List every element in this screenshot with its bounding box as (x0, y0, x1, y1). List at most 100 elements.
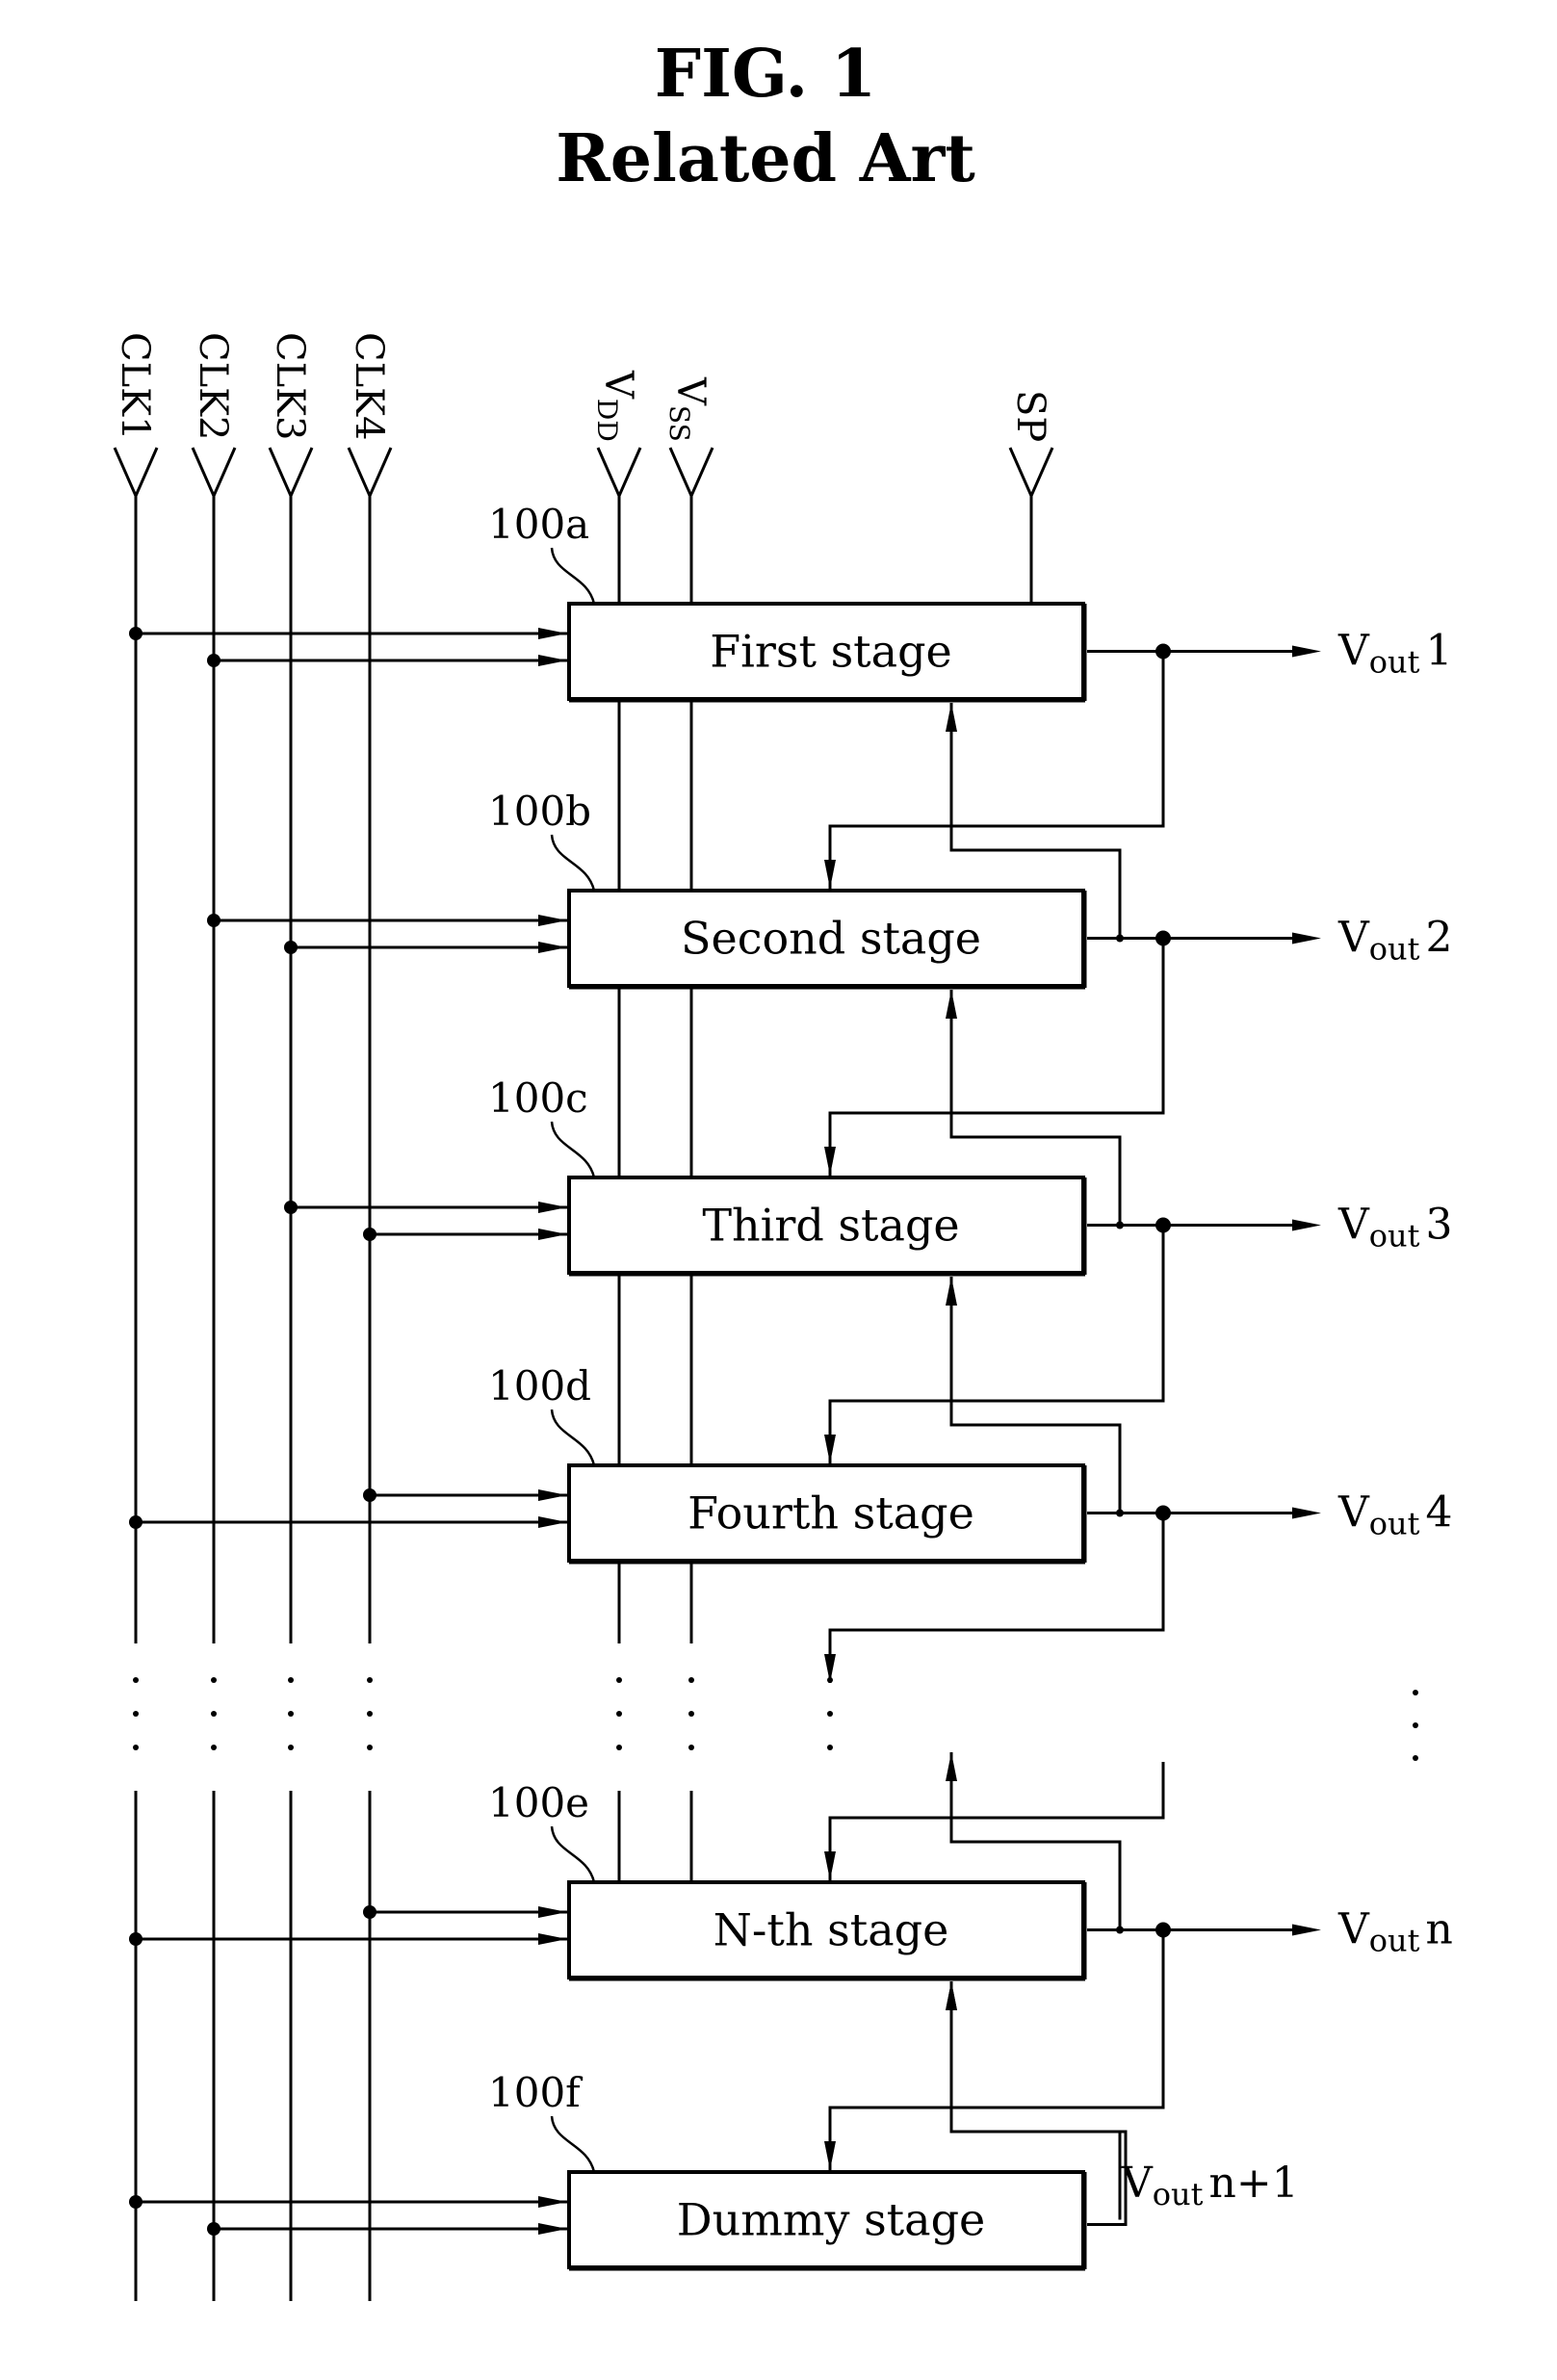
feedback-arrow-icon (946, 1752, 957, 1781)
reference-leader-line (550, 1121, 596, 1178)
feedback-arrow-icon (824, 2141, 836, 2170)
continuation-dot (288, 1711, 294, 1717)
input-arrow-icon (538, 1906, 567, 1918)
output-label-index: 3 (1426, 1201, 1453, 1250)
vss-label: VSS (663, 376, 713, 442)
output-label: Vout 1 (1337, 627, 1453, 681)
junction-dot (129, 1515, 143, 1529)
output-label-main: V (1121, 2159, 1154, 2208)
continuation-dot (211, 1711, 217, 1717)
reference-label: 100a (488, 501, 589, 548)
output-arrow-icon (1292, 1507, 1321, 1519)
reference-label: 100f (488, 2069, 584, 2116)
continuation-dot (1413, 1722, 1418, 1728)
wiring-layer (113, 447, 1418, 2301)
feedback-arrow-icon (946, 703, 957, 732)
output-label-sub: out (1369, 931, 1420, 968)
output-label-sub: out (1369, 1923, 1420, 1959)
junction-dot (129, 1932, 143, 1946)
vdd-label: VDD (591, 370, 640, 442)
junction-dot (284, 1201, 298, 1214)
continuation-dot (133, 1745, 139, 1750)
continuation-dot (688, 1677, 694, 1683)
output-label: Vout 2 (1337, 914, 1453, 968)
output-arrow-icon (1292, 645, 1321, 658)
output-label-main: V (1337, 1488, 1370, 1538)
sp-label: SP (1008, 390, 1052, 442)
feedback-arrow-icon (824, 1654, 836, 1683)
output-label-sub: out (1369, 1218, 1420, 1255)
junction-dot (207, 914, 221, 927)
feedback-arrow-icon (946, 1981, 957, 2010)
feedback-arrow-icon (824, 1147, 836, 1176)
continuation-dot (288, 1677, 294, 1683)
input-arrow-icon (538, 942, 567, 953)
continuation-dot (616, 1677, 622, 1683)
vss-label-sub: SS (663, 405, 695, 442)
output-label-sub: out (1369, 644, 1420, 681)
input-arrow-icon (538, 628, 567, 639)
continuation-dot (1413, 1690, 1418, 1695)
feedback-gap-to-nth (828, 1762, 1165, 1880)
output-label-main: V (1337, 627, 1370, 676)
reference-leader-line (550, 1409, 596, 1466)
input-arrow-icon (538, 1489, 567, 1501)
output-label: Vout n+1 (1121, 2159, 1299, 2212)
junction-dot (284, 941, 298, 954)
clock-terminal-icon (268, 447, 314, 500)
input-arrow-icon (538, 1516, 567, 1528)
vdd-label-main: V (596, 370, 640, 400)
output-arrow-icon (1292, 932, 1321, 944)
output-arrow-icon (1292, 1924, 1321, 1936)
clock-terminal-icon (347, 447, 393, 500)
continuation-dot (367, 1745, 373, 1750)
vdd-terminal-icon (596, 447, 642, 500)
output-label-sub: out (1369, 1506, 1420, 1542)
continuation-dot (616, 1745, 622, 1750)
feedback-arrow-icon (824, 1851, 836, 1880)
stage-name: First stage (710, 626, 952, 678)
output-label-index: 1 (1426, 627, 1453, 676)
junction-dot (129, 2195, 143, 2209)
clock-label-2: CLK2 (191, 332, 235, 441)
junction-dot (363, 1905, 376, 1919)
stage-name: N-th stage (714, 1904, 949, 1956)
reference-leader-line (550, 1825, 596, 1883)
continuation-dot (688, 1711, 694, 1717)
clock-terminal-icon (113, 447, 159, 500)
reference-label: 100b (488, 788, 591, 835)
clock-label-1: CLK1 (113, 332, 157, 441)
junction-dot (207, 654, 221, 667)
clock-label-3: CLK3 (268, 332, 312, 441)
output-label-index: 4 (1426, 1488, 1453, 1538)
continuation-dot (827, 1745, 833, 1750)
continuation-dot (367, 1711, 373, 1717)
output-label-main: V (1337, 1905, 1370, 1954)
reference-leader-line (550, 2115, 596, 2173)
stage-name: Dummy stage (677, 2194, 986, 2246)
continuation-dot (288, 1745, 294, 1750)
input-arrow-icon (538, 2196, 567, 2208)
clock-label-4: CLK4 (347, 332, 391, 441)
shift-register-diagram: FIG. 1 Related Art First stage Second sta… (113, 36, 1453, 2301)
clock-terminal-icon (191, 447, 237, 500)
junction-dot (207, 2222, 221, 2236)
output-label-sub: out (1153, 2176, 1204, 2212)
feedback-arrow-icon (946, 990, 957, 1019)
stage-name: Fourth stage (688, 1488, 974, 1539)
output-label-index: n+1 (1209, 2159, 1299, 2208)
reference-leader-line (550, 547, 596, 605)
input-arrow-icon (538, 1933, 567, 1945)
figure-title: FIG. 1 (655, 36, 876, 113)
output-label-main: V (1337, 914, 1370, 963)
junction-dot (363, 1488, 376, 1502)
continuation-dot (211, 1745, 217, 1750)
vdd-label-sub: DD (591, 399, 623, 442)
continuation-dot (133, 1711, 139, 1717)
continuation-dot (133, 1677, 139, 1683)
junction-dot (363, 1228, 376, 1241)
continuation-dot (827, 1711, 833, 1717)
reference-leader-line (550, 834, 596, 892)
output-label: Vout n (1337, 1905, 1453, 1959)
continuation-dot (616, 1711, 622, 1717)
